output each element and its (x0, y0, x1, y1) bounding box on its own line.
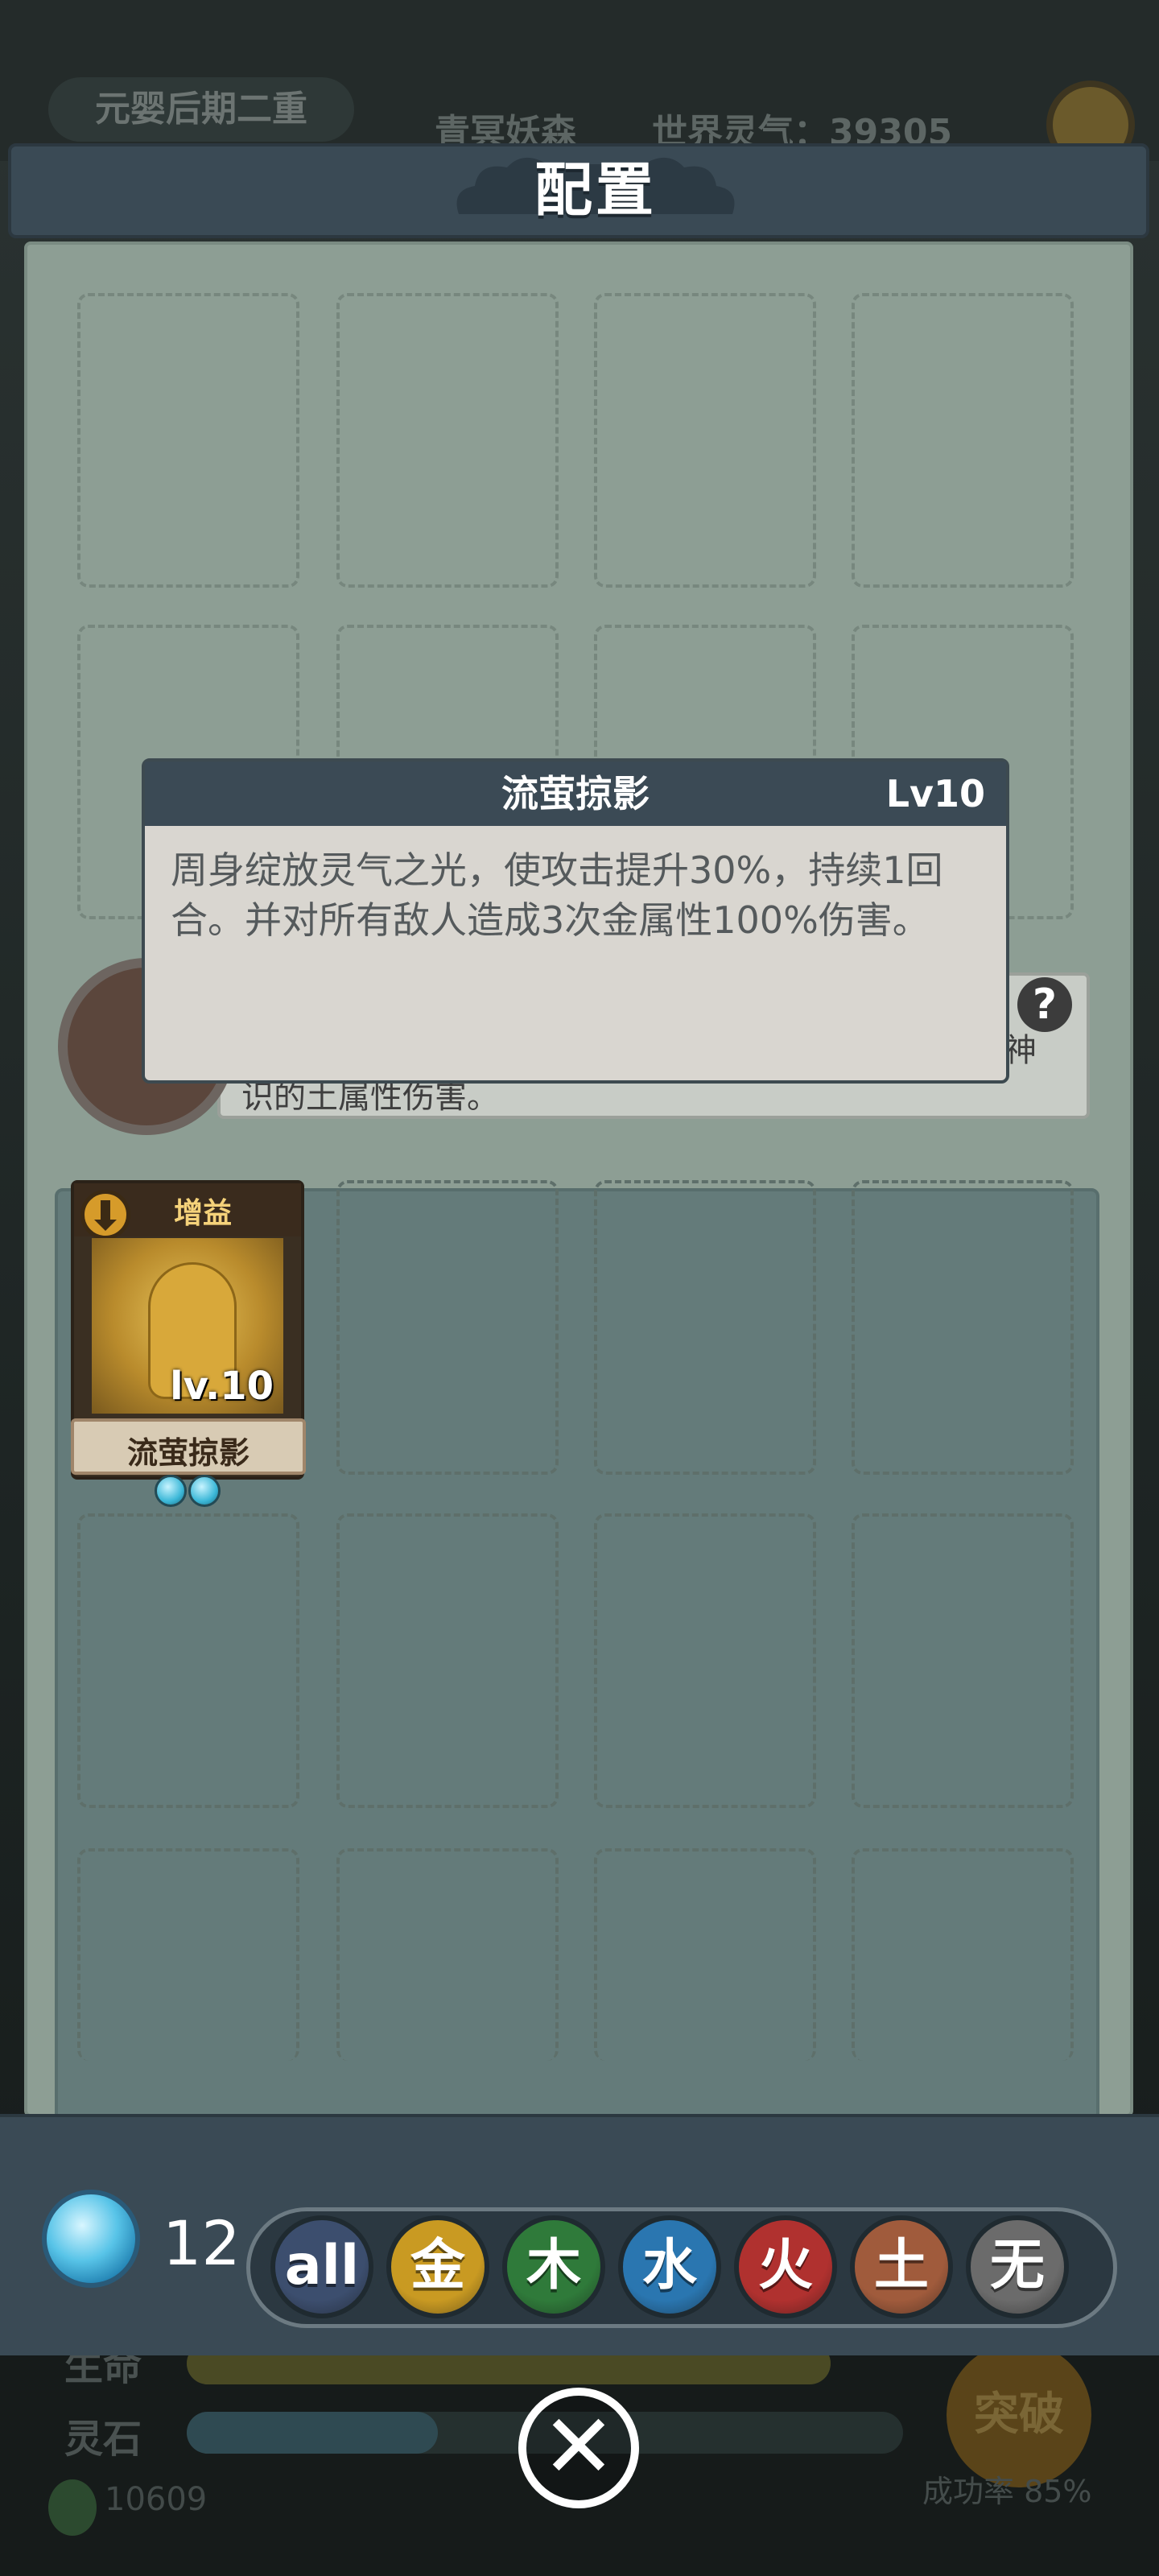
stone-count: 10609 (105, 2481, 208, 2518)
inventory-slot[interactable] (594, 1513, 816, 1808)
stone-icon (48, 2479, 97, 2536)
skill-detail-popup: 流萤掠影 Lv10 周身绽放灵气之光，使攻击提升30%，持续1回合。并对所有敌人… (142, 758, 1009, 1084)
card-art: lv.10 (92, 1238, 283, 1414)
gem-icon (188, 1475, 221, 1507)
breakthrough-button: 突破 (947, 2343, 1091, 2487)
spirit-orb-icon (42, 2190, 140, 2288)
close-button[interactable]: ✕ (518, 2388, 639, 2508)
popup-skill-name: 流萤掠影 (501, 772, 650, 815)
inventory-slot[interactable] (77, 1513, 299, 1808)
filter-none-button[interactable]: 无 (966, 2215, 1069, 2318)
equip-slot[interactable] (77, 293, 299, 588)
card-type-label: 增益 (173, 1197, 232, 1230)
filter-water-button[interactable]: 水 (618, 2215, 721, 2318)
panel-title: 配置 (534, 156, 657, 224)
equip-slot[interactable] (336, 293, 559, 588)
filter-wood-button[interactable]: 木 (502, 2215, 605, 2318)
equip-slot[interactable] (852, 293, 1074, 588)
inventory-slot[interactable] (852, 1180, 1074, 1475)
filter-earth-button[interactable]: 土 (850, 2215, 953, 2318)
inventory-slot[interactable] (852, 1513, 1074, 1808)
inventory-slot[interactable] (594, 1848, 816, 2061)
filter-fire-button[interactable]: 火 (734, 2215, 837, 2318)
card-level: lv.10 (170, 1364, 274, 1409)
card-name-plate: 流萤掠影 (71, 1418, 306, 1475)
inventory-slot[interactable] (336, 1848, 559, 2061)
spirit-stone-label: 灵石 (64, 2417, 142, 2462)
popup-description: 周身绽放灵气之光，使攻击提升30%，持续1回合。并对所有敌人造成3次金属性100… (171, 848, 943, 942)
filter-metal-button[interactable]: 金 (386, 2215, 489, 2318)
inventory-slot[interactable] (77, 1848, 299, 2061)
inventory-slot[interactable] (336, 1180, 559, 1475)
help-icon[interactable]: ? (1017, 977, 1072, 1032)
success-rate: 成功率 85% (922, 2474, 1092, 2509)
skill-card[interactable]: 增益 lv.10 流萤掠影 (71, 1180, 306, 1507)
buff-arrow-icon (80, 1190, 130, 1240)
inventory-slot[interactable] (594, 1180, 816, 1475)
card-name: 流萤掠影 (126, 1435, 250, 1471)
inventory-slot[interactable] (852, 1848, 1074, 2061)
popup-skill-level: Lv10 (885, 772, 985, 815)
skill-info-text-end: 神 (1004, 1032, 1037, 1069)
filter-all-button[interactable]: all (270, 2215, 373, 2318)
gem-icon (155, 1475, 187, 1507)
popup-header: 流萤掠影 Lv10 (145, 762, 1006, 826)
orb-count: 12 (163, 2207, 241, 2279)
inventory-slot[interactable] (336, 1513, 559, 1808)
equip-slot[interactable] (594, 293, 816, 588)
realm-badge: 元婴后期二重 (48, 77, 354, 142)
